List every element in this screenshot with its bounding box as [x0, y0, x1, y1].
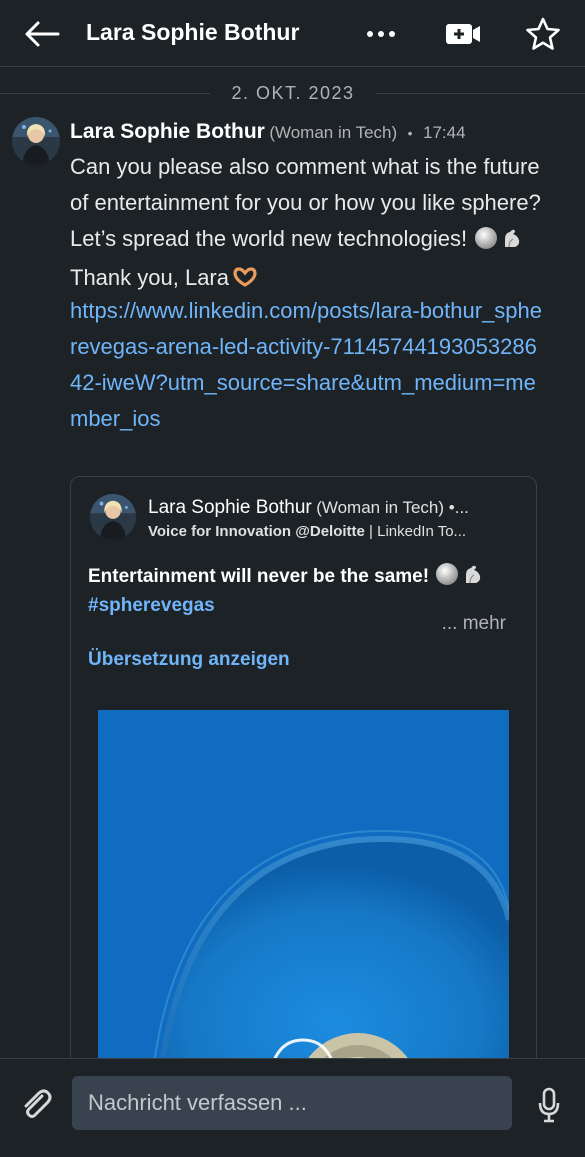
separator-dot: • [407, 125, 413, 141]
shared-post-subtitle: Voice for Innovation @Deloitte | LinkedI… [148, 523, 528, 540]
video-call-icon[interactable] [444, 20, 482, 48]
shared-post-text-content: Entertainment will never be the same! [88, 566, 430, 587]
flexed-biceps-icon [501, 224, 523, 260]
message-sender-line: Lara Sophie Bothur (Woman in Tech) • 17:… [70, 120, 466, 144]
date-divider: 2. OKT. 2023 [0, 80, 585, 106]
divider-line [0, 93, 210, 94]
star-icon[interactable] [524, 16, 562, 52]
shared-post-subtitle-rest: | LinkedIn To... [364, 523, 467, 540]
shared-post-author: Lara Sophie Bothur (Woman in Tech) •... [148, 497, 528, 519]
back-arrow-icon[interactable] [22, 18, 62, 50]
disco-ball-icon [436, 563, 459, 585]
post-link[interactable]: https://www.linkedin.com/posts/lara-both… [70, 293, 545, 437]
shared-post-author-name[interactable]: Lara Sophie Bothur [148, 497, 312, 518]
date-label: 2. OKT. 2023 [231, 83, 355, 103]
microphone-icon[interactable] [535, 1085, 563, 1125]
shared-post-card[interactable]: Lara Sophie Bothur (Woman in Tech) •... … [70, 476, 537, 1096]
avatar[interactable] [12, 117, 60, 165]
shared-post-hashtag[interactable]: #spherevegas [88, 595, 215, 616]
sender-headline: (Woman in Tech) [269, 123, 398, 142]
message-time: 17:44 [423, 123, 466, 142]
conversation-title[interactable]: Lara Sophie Bothur [86, 19, 299, 46]
see-more-link[interactable]: ... mehr [442, 613, 506, 635]
conversation-header: Lara Sophie Bothur [0, 0, 585, 67]
shared-post-avatar[interactable] [90, 494, 136, 540]
message-text: Can you please also comment what is the … [70, 149, 545, 298]
message-composer [0, 1058, 585, 1157]
show-translation-link[interactable]: Übersetzung anzeigen [88, 649, 290, 671]
message-text-part: Can you please also comment what is the … [70, 154, 541, 251]
shared-post-image[interactable] [98, 710, 509, 1095]
disco-ball-icon [475, 227, 498, 249]
message-input[interactable] [72, 1076, 512, 1130]
shared-post-subtitle-bold: Voice for Innovation @Deloitte [148, 523, 365, 540]
shared-post-author-headline: (Woman in Tech) •... [316, 498, 469, 517]
paperclip-icon[interactable] [18, 1087, 54, 1123]
message-text-part: Thank you, Lara [70, 265, 229, 290]
shared-post-text: Entertainment will never be the same! #s… [88, 563, 518, 619]
more-dots-icon[interactable] [364, 22, 400, 46]
sender-name[interactable]: Lara Sophie Bothur [70, 120, 265, 143]
divider-line [376, 93, 585, 94]
flexed-biceps-icon [462, 563, 484, 593]
